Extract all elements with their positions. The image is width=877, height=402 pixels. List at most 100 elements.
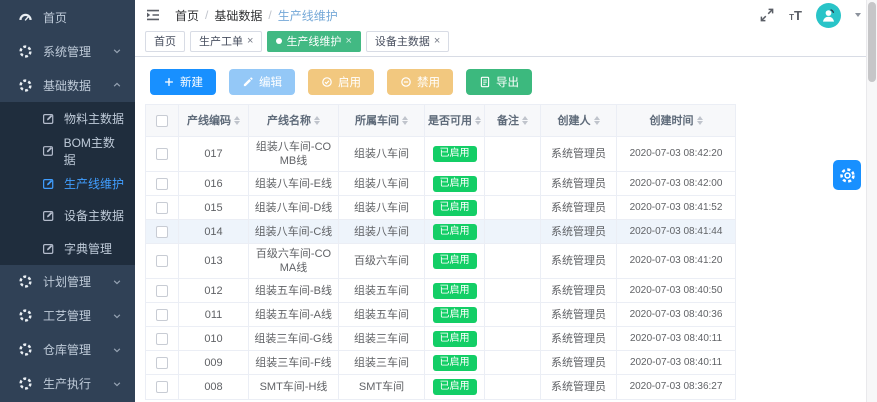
select-all-checkbox[interactable] [156,115,168,127]
sidebar-item-process-mgmt[interactable]: 工艺管理 [0,299,135,333]
cell-remark [485,172,541,195]
sidebar-item-prodline-maintenance[interactable]: 生产线维护 [0,167,135,200]
sidebar-item-home[interactable]: 首页 [0,0,135,34]
tab-prodline-maintenance[interactable]: 生产线维护× [267,31,360,52]
row-checkbox[interactable] [156,333,168,345]
table-row[interactable]: 009组装三车间-F线组装三车间已启用系统管理员2020-07-03 08:40… [146,351,735,375]
column-header-creator[interactable]: 创建人 [541,105,617,136]
export-icon [479,76,491,88]
tab-equipment-master[interactable]: 设备主数据× [366,31,449,52]
table-row[interactable]: 016组装八车间-E线组装八车间已启用系统管理员2020-07-03 08:42… [146,172,735,196]
row-checkbox[interactable] [156,178,168,190]
sidebar-item-label: 仓库管理 [43,341,91,358]
fullscreen-icon[interactable] [759,7,775,23]
settings-icon [18,274,33,289]
sidebar-item-plan-mgmt[interactable]: 计划管理 [0,265,135,299]
sort-icon[interactable] [402,116,408,125]
sidebar-item-base-data[interactable]: 基础数据 [0,68,135,102]
font-size-icon[interactable]: TT [789,9,802,22]
cell-created-at: 2020-07-03 08:42:00 [617,172,735,195]
sidebar-item-material-master[interactable]: 物料主数据 [0,102,135,135]
breadcrumb-item[interactable]: 基础数据 [214,7,262,24]
cell-code: 013 [179,244,249,278]
sidebar-item-warehouse-mgmt[interactable]: 仓库管理 [0,333,135,367]
table-row[interactable]: 015组装八车间-D线组装八车间已启用系统管理员2020-07-03 08:41… [146,196,735,220]
column-header-remark[interactable]: 备注 [485,105,541,136]
table-row[interactable]: 010组装三车间-G线组装三车间已启用系统管理员2020-07-03 08:40… [146,327,735,351]
sort-icon[interactable] [234,116,240,125]
disable-button[interactable]: 禁用 [387,69,453,95]
row-checkbox[interactable] [156,381,168,393]
scrollbar-thumb[interactable] [868,2,876,82]
cell-status: 已启用 [425,196,485,219]
column-header-enabled[interactable]: 是否可用 [425,105,485,136]
column-header-code[interactable]: 产线编码 [179,105,249,136]
form-icon [42,242,55,255]
sidebar-item-system-mgmt[interactable]: 系统管理 [0,34,135,68]
chevron-down-icon [111,276,123,288]
tab-prod-workorder[interactable]: 生产工单 × [190,31,262,52]
row-select-cell [146,279,179,302]
cell-workshop: 组装八车间 [339,137,425,171]
table-row[interactable]: 017组装八车间-COMB线组装八车间已启用系统管理员2020-07-03 08… [146,137,735,172]
status-badge: 已启用 [433,283,477,299]
row-checkbox[interactable] [156,202,168,214]
sidebar-item-dict-mgmt[interactable]: 字典管理 [0,232,135,265]
tab-label: 生产工单 [199,33,243,49]
cell-name: 组装八车间-D线 [249,196,339,219]
close-icon[interactable]: × [345,36,351,47]
row-checkbox[interactable] [156,226,168,238]
sidebar-item-production-exec[interactable]: 生产执行 [0,367,135,401]
sort-icon[interactable] [522,116,528,125]
sort-icon[interactable] [697,116,703,125]
table-row[interactable]: 013百级六车间-COMA线百级六车间已启用系统管理员2020-07-03 08… [146,244,735,279]
cell-workshop: 组装三车间 [339,327,425,350]
table-row[interactable]: 012组装五车间-B线组装五车间已启用系统管理员2020-07-03 08:40… [146,279,735,303]
sidebar-item-label: 生产线维护 [64,175,124,192]
cell-creator: 系统管理员 [541,244,617,278]
chevron-down-icon [111,45,123,57]
table-row[interactable]: 014组装八车间-C线组装八车间已启用系统管理员2020-07-03 08:41… [146,220,735,244]
breadcrumb-item[interactable]: 首页 [175,7,199,24]
dashboard-icon [18,10,33,25]
sort-icon[interactable] [594,116,600,125]
column-header-created-at[interactable]: 创建时间 [617,105,735,136]
cell-created-at: 2020-07-03 08:42:20 [617,137,735,171]
chevron-down-icon [111,344,123,356]
row-checkbox[interactable] [156,285,168,297]
row-checkbox[interactable] [156,357,168,369]
sidebar-item-equipment-master[interactable]: 设备主数据 [0,200,135,233]
close-icon[interactable]: × [434,36,440,47]
table-row[interactable]: 011组装五车间-A线组装五车间已启用系统管理员2020-07-03 08:40… [146,303,735,327]
theme-settings-gear-button[interactable] [833,160,861,190]
sort-icon[interactable] [475,116,481,125]
row-checkbox[interactable] [156,148,168,160]
settings-icon [18,308,33,323]
edit-button[interactable]: 编辑 [229,69,295,95]
circle-minus-icon [400,76,412,88]
hamburger-icon[interactable] [145,7,161,23]
user-menu-caret-icon[interactable] [855,13,861,17]
export-button[interactable]: 导出 [466,69,532,95]
status-badge: 已启用 [433,331,477,347]
form-icon [42,177,55,190]
breadcrumb-separator: / [205,8,208,22]
row-checkbox[interactable] [156,255,168,267]
table-row[interactable]: 008SMT车间-H线SMT车间已启用系统管理员2020-07-03 08:36… [146,375,735,399]
cell-creator: 系统管理员 [541,220,617,243]
column-header-workshop[interactable]: 所属车间 [339,105,425,136]
status-badge: 已启用 [433,200,477,216]
enable-button[interactable]: 启用 [308,69,374,95]
row-select-cell [146,220,179,243]
create-button[interactable]: 新建 [150,69,216,95]
close-icon[interactable]: × [247,36,253,47]
settings-icon [18,44,33,59]
row-checkbox[interactable] [156,309,168,321]
tab-home[interactable]: 首页 [145,31,185,52]
sidebar-item-bom-master[interactable]: BOM主数据 [0,135,135,168]
cell-remark [485,279,541,302]
cell-workshop: 组装三车间 [339,351,425,374]
column-header-name[interactable]: 产线名称 [249,105,339,136]
user-avatar[interactable] [816,3,841,28]
sort-icon[interactable] [314,116,320,125]
